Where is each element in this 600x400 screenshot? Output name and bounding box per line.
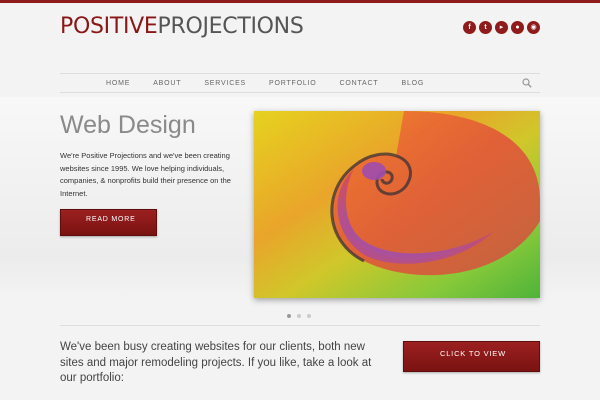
nav-item-portfolio[interactable]: PORTFOLIO <box>269 80 317 87</box>
slider-pagination <box>287 314 311 318</box>
top-accent-bar <box>0 0 600 3</box>
rainbow-swirl-image <box>254 111 540 298</box>
social-links: f t ▸ ● ◉ <box>463 21 540 34</box>
rss-icon[interactable]: ◉ <box>527 21 540 34</box>
flickr-icon[interactable]: ● <box>511 21 524 34</box>
nav-item-blog[interactable]: BLOG <box>401 80 424 87</box>
section-divider <box>60 325 540 326</box>
site-logo[interactable]: POSITIVEPROJECTIONS <box>60 14 304 39</box>
logo-part-positive: POSITIVE <box>60 14 158 39</box>
slider-dot-2[interactable] <box>297 314 301 318</box>
main-navigation: HOME ABOUT SERVICES PORTFOLIO CONTACT BL… <box>60 73 540 93</box>
slider-dot-3[interactable] <box>307 314 311 318</box>
twitter-icon[interactable]: t <box>479 21 492 34</box>
hero-description: We're Positive Projections and we've bee… <box>60 151 231 198</box>
nav-item-home[interactable]: HOME <box>106 80 130 87</box>
nav-item-about[interactable]: ABOUT <box>153 80 181 87</box>
slider-dot-1[interactable] <box>287 314 291 318</box>
portfolio-intro-text: We've been busy creating websites for ou… <box>60 341 372 384</box>
youtube-icon[interactable]: ▸ <box>495 21 508 34</box>
hero-slider-image[interactable] <box>254 111 540 298</box>
facebook-icon[interactable]: f <box>463 21 476 34</box>
nav-item-contact[interactable]: CONTACT <box>340 80 379 87</box>
logo-part-projections: PROJECTIONS <box>157 14 304 39</box>
read-more-button[interactable]: READ MORE <box>60 209 157 236</box>
click-to-view-button[interactable]: CLICK TO VIEW <box>403 341 540 372</box>
hero-title: Web Design <box>60 111 196 139</box>
search-icon[interactable] <box>522 78 532 88</box>
nav-item-services[interactable]: SERVICES <box>204 80 246 87</box>
